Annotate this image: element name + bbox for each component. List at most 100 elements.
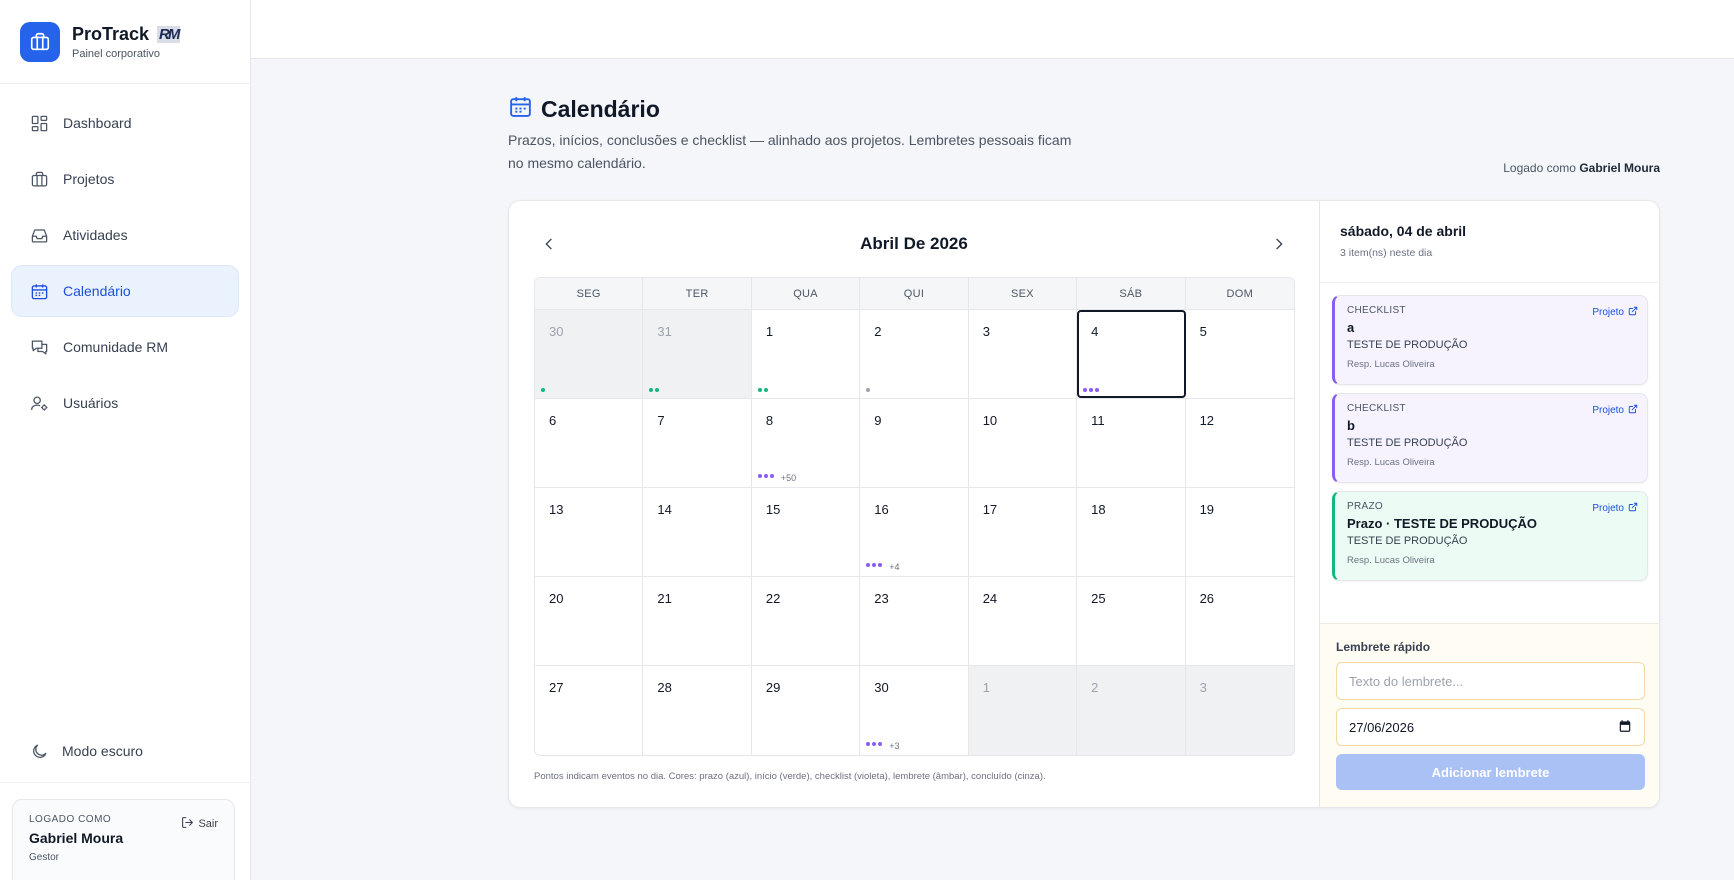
event-card[interactable]: PRAZO Prazo · TESTE DE PRODUÇÃO TESTE DE P… (1332, 491, 1648, 581)
sidebar-item-atividades[interactable]: Atividades (12, 210, 238, 260)
day-detail-panel: sábado, 04 de abril 3 item(ns) neste dia… (1319, 201, 1659, 807)
day-number: 6 (549, 413, 557, 428)
calendar-day[interactable]: 29 (752, 666, 861, 755)
event-dot-inicio (655, 388, 660, 392)
calendar-day[interactable]: 28 (643, 666, 752, 755)
calendar-day[interactable]: 3 (1185, 666, 1294, 755)
divider (0, 782, 251, 783)
calendar-day[interactable]: 7 (643, 399, 752, 487)
day-number: 5 (1199, 324, 1207, 339)
calendar-day[interactable]: 20 (535, 577, 644, 665)
calendar-day[interactable]: 31 (643, 310, 752, 398)
calendar-day[interactable]: 25 (1077, 577, 1186, 665)
day-number: 27 (549, 680, 564, 695)
calendar-day[interactable]: 8 +50 (752, 399, 861, 487)
user-gear-icon (29, 393, 49, 413)
sidebar-item-dashboard[interactable]: Dashboard (12, 98, 238, 148)
calendar-icon (29, 281, 49, 301)
external-link-icon (1628, 502, 1638, 515)
calendar-day[interactable]: 16 +4 (860, 488, 969, 576)
calendar-day[interactable]: 10 (969, 399, 1078, 487)
dark-mode-toggle[interactable]: Modo escuro (12, 727, 238, 775)
project-link[interactable]: Projeto (1592, 502, 1638, 515)
user-card: LOGADO COMO Gabriel Moura Gestor Sair (12, 799, 235, 880)
calendar-day[interactable]: 22 (752, 577, 861, 665)
day-number: 13 (549, 502, 564, 517)
calendar-grid: SEG TER QUA QUI SEX SÁB DOM 30 31 1 2 3 4 5 6 7 8 +50 9 10… (534, 277, 1295, 756)
event-project: TESTE DE PRODUÇÃO (1347, 437, 1468, 449)
logged-prefix: Logado como (1503, 161, 1576, 175)
project-link[interactable]: Projeto (1592, 306, 1638, 319)
event-project: TESTE DE PRODUÇÃO (1347, 535, 1468, 547)
reminder-date-input[interactable]: 27/06/2026 (1336, 708, 1645, 746)
weekday-label: TER (643, 278, 752, 309)
sidebar-item-projetos[interactable]: Projetos (12, 154, 238, 204)
calendar-day[interactable]: 30 (535, 310, 644, 398)
calendar-picker-icon[interactable] (1618, 719, 1632, 736)
event-dot-inicio (541, 388, 545, 392)
sidebar-item-label: Dashboard (63, 115, 132, 131)
calendar-day[interactable]: 21 (643, 577, 752, 665)
calendar-day[interactable]: 1 (968, 666, 1078, 755)
weekday-label: SEX (969, 278, 1078, 309)
calendar-day[interactable]: 14 (643, 488, 752, 576)
calendar-day[interactable]: 24 (969, 577, 1078, 665)
event-dots (866, 388, 871, 392)
calendar-day[interactable]: 11 (1077, 399, 1186, 487)
event-dot-inicio (649, 388, 654, 392)
day-number: 10 (982, 413, 998, 428)
more-events-count: +4 (889, 562, 900, 572)
project-link-label: Projeto (1592, 405, 1624, 416)
dashboard-icon (29, 113, 49, 133)
event-card[interactable]: CHECKLIST a TESTE DE PRODUÇÃO Resp. Lucas O… (1332, 295, 1648, 385)
add-reminder-button[interactable]: Adicionar lembrete (1336, 754, 1645, 790)
calendar-day[interactable]: 23 (860, 577, 969, 665)
next-month-button[interactable] (1264, 229, 1294, 259)
day-number: 7 (657, 413, 665, 428)
calendar-day[interactable]: 5 (1186, 310, 1294, 398)
event-dot-checklist (1089, 388, 1094, 392)
calendar-day[interactable]: 30 +3 (860, 666, 969, 755)
event-dot-inicio (763, 388, 768, 392)
event-title: b (1347, 418, 1355, 433)
calendar-day[interactable]: 13 (535, 488, 644, 576)
prev-month-button[interactable] (534, 229, 564, 259)
calendar-day[interactable]: 3 (969, 310, 1078, 398)
logout-icon (181, 816, 194, 832)
weekday-header: SEG TER QUA QUI SEX SÁB DOM (535, 278, 1294, 310)
project-link[interactable]: Projeto (1592, 404, 1638, 417)
calendar-day[interactable]: 27 (535, 666, 644, 755)
calendar-day-selected[interactable]: 4 (1077, 310, 1186, 398)
event-dots (757, 388, 768, 392)
day-number: 23 (874, 591, 889, 606)
external-link-icon (1628, 404, 1638, 417)
calendar-day[interactable]: 9 (860, 399, 969, 487)
calendar-day[interactable]: 19 (1186, 488, 1294, 576)
calendar-day[interactable]: 26 (1186, 577, 1294, 665)
briefcase-icon[interactable] (20, 21, 60, 62)
calendar-day[interactable]: 17 (969, 488, 1078, 576)
month-title: Abril De 2026 (860, 234, 968, 253)
weekday-label: QUI (860, 278, 969, 309)
calendar-day[interactable]: 2 (860, 310, 969, 398)
sidebar-item-calendario[interactable]: Calendário (12, 266, 238, 316)
logout-button[interactable]: Sair (181, 816, 218, 832)
calendar-day[interactable]: 15 (752, 488, 861, 576)
calendar-day[interactable]: 1 (752, 310, 861, 398)
event-card[interactable]: CHECKLIST b TESTE DE PRODUÇÃO Resp. Lucas O… (1332, 393, 1648, 483)
briefcase-icon (29, 169, 49, 189)
brand: ProTrack RM Painel corporativo (0, 0, 250, 84)
calendar-week: 27 28 29 30 +3 1 2 3 (535, 666, 1294, 755)
calendar-week: 13 14 15 16 +4 17 18 19 (535, 488, 1294, 577)
sidebar-item-comunidade[interactable]: Comunidade RM (12, 322, 238, 372)
sidebar-item-usuarios[interactable]: Usuários (12, 378, 238, 428)
calendar-day[interactable]: 18 (1077, 488, 1186, 576)
day-number: 22 (765, 591, 781, 606)
weekday-label: SEG (535, 278, 644, 309)
calendar-day[interactable]: 2 (1077, 666, 1186, 755)
reminder-text-input[interactable] (1336, 662, 1645, 700)
brand-name: ProTrack (72, 23, 150, 44)
calendar-day[interactable]: 12 (1186, 399, 1294, 487)
calendar-day[interactable]: 6 (535, 399, 644, 487)
user-name: Gabriel Moura (29, 830, 124, 846)
